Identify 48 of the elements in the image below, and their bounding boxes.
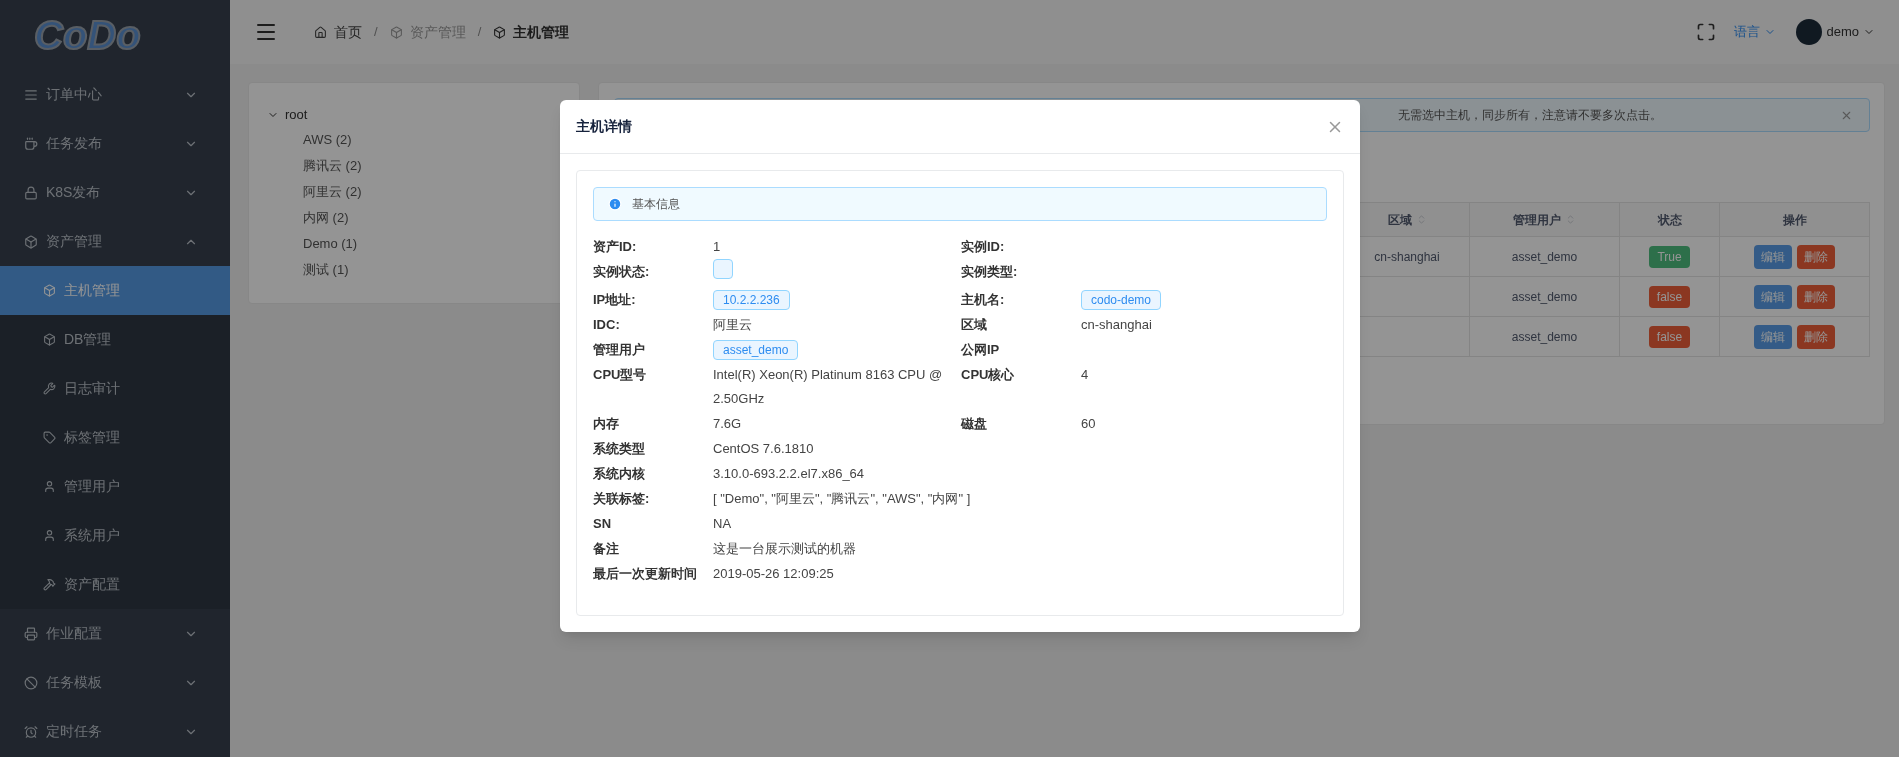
field-value: 阿里云: [713, 317, 752, 332]
section-title: 基本信息: [632, 196, 680, 213]
field-label: 系统类型: [593, 441, 645, 456]
dialog-title: 主机详情: [576, 117, 633, 136]
field-value: Intel(R) Xeon(R) Platinum 8163 CPU @ 2.50GHz: [713, 367, 943, 406]
value-tag: codo-demo: [1081, 290, 1162, 310]
alert-text: 无需选中主机，同步所有，注意请不要多次点击。: [1397, 107, 1663, 124]
status-badge: false: [1648, 285, 1691, 308]
table-cell: asset_demo: [1470, 237, 1620, 276]
field-value: 60: [1081, 416, 1096, 431]
field-label: 资产ID:: [593, 239, 637, 254]
field-label: 备注: [593, 541, 619, 556]
status-badge: false: [1648, 325, 1691, 348]
field-label: 管理用户: [593, 342, 645, 357]
field-value: 1: [713, 239, 721, 254]
field-label: 公网IP: [961, 342, 1000, 357]
field-value: NA: [713, 516, 732, 531]
breadcrumb-separator: /: [477, 23, 482, 42]
field-label: 主机名:: [961, 292, 1005, 307]
field-label: 关联标签:: [593, 491, 650, 506]
field-value: 4: [1081, 367, 1089, 382]
field-label: CPU核心: [961, 367, 1015, 382]
field-value: CentOS 7.6.1810: [713, 441, 814, 456]
breadcrumb-separator: /: [374, 23, 378, 42]
field-label: 区域: [961, 317, 987, 332]
field-label: 系统内核: [593, 466, 645, 481]
status-badge: True: [1649, 245, 1690, 268]
value-tag: asset_demo: [713, 340, 799, 360]
field-value: cn-shanghai: [1081, 317, 1152, 332]
field-value: 3.10.0-693.2.2.el7.x86_64: [713, 466, 865, 481]
table-cell: asset_demo: [1470, 277, 1620, 316]
field-value: 2019-05-26 12:09:25: [713, 566, 834, 581]
field-label: CPU型号: [593, 367, 647, 382]
field-label: 磁盘: [961, 416, 987, 431]
field-value: 7.6G: [713, 416, 742, 431]
field-label: 实例类型:: [961, 264, 1018, 279]
logo: CoDo: [34, 15, 141, 55]
field-label: IDC:: [593, 317, 620, 332]
field-label: 实例ID:: [961, 239, 1005, 254]
field-label: 内存: [593, 416, 619, 431]
table-cell: asset_demo: [1470, 317, 1620, 356]
field-label: SN: [593, 516, 612, 531]
field-value: [ "Demo", "阿里云", "腾讯云", "AWS", "内网" ]: [713, 491, 971, 506]
field-value: 这是一台展示测试的机器: [713, 541, 856, 556]
field-label: 实例状态:: [593, 264, 650, 279]
field-label: 最后一次更新时间: [593, 566, 697, 581]
field-label: IP地址:: [593, 292, 636, 307]
value-tag: 10.2.2.236: [713, 290, 790, 310]
